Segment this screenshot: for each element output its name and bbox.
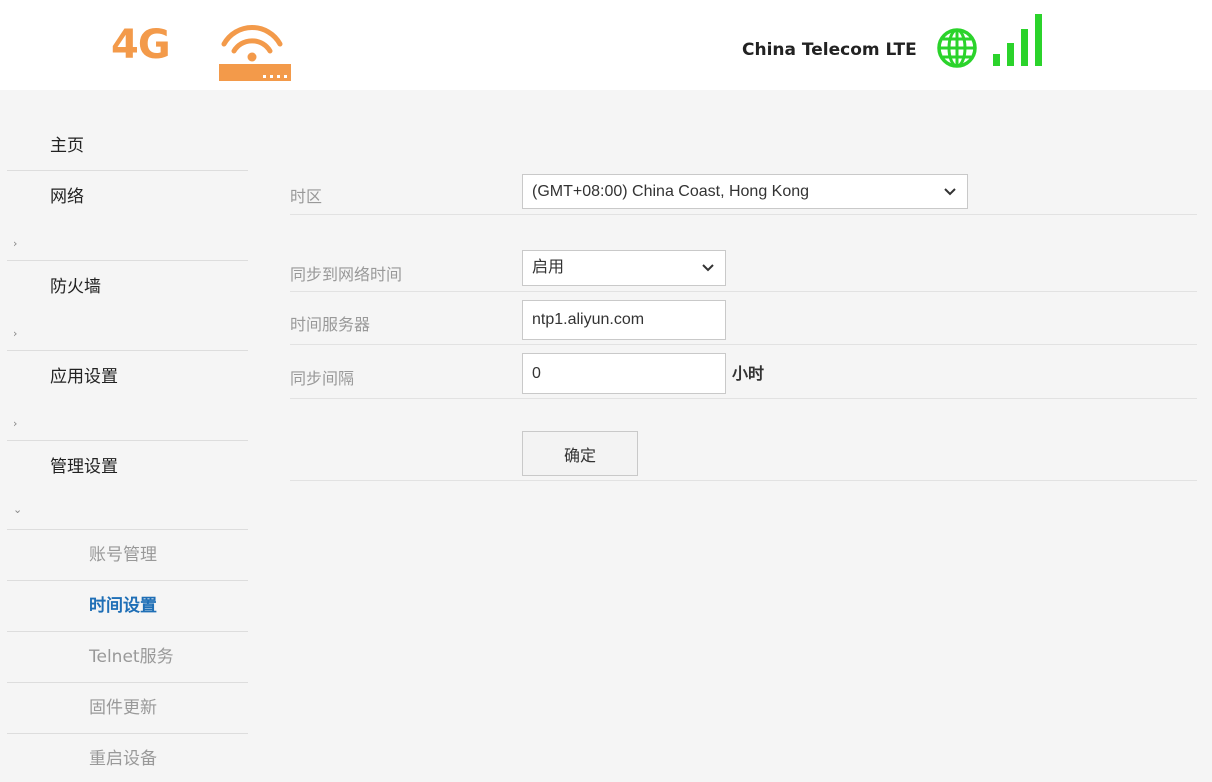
chevron-down-icon: ⌄: [13, 503, 23, 516]
sidebar-item-label: 管理设置: [50, 457, 118, 477]
interval-value: 0: [532, 365, 541, 382]
sidebar: 主页 网络 › 防火墙 › 应用设置 › 管理设置 ⌄ 账号管理 时间设置 Te…: [7, 120, 248, 782]
time-server-value: ntp1.aliyun.com: [532, 311, 645, 328]
sidebar-item-network[interactable]: 网络 ›: [7, 171, 248, 260]
sync-select[interactable]: 启用: [522, 250, 726, 286]
sidebar-item-firewall[interactable]: 防火墙 ›: [7, 261, 248, 350]
chevron-down-icon: [702, 264, 714, 272]
sidebar-item-label: 防火墙: [50, 277, 101, 297]
top-header: 4G China Telecom LTE: [0, 0, 1212, 90]
timezone-label: 时区: [290, 187, 323, 206]
server-row: 时间服务器 ntp1.aliyun.com: [290, 292, 1197, 345]
sidebar-subitem-firmware[interactable]: 固件更新: [7, 683, 248, 734]
sidebar-item-app-settings[interactable]: 应用设置 ›: [7, 351, 248, 440]
sidebar-item-label: 应用设置: [50, 367, 118, 387]
router-wifi-icon: [219, 25, 291, 81]
timezone-value: (GMT+08:00) China Coast, Hong Kong: [532, 183, 810, 200]
submit-row: [290, 399, 1197, 481]
timezone-select[interactable]: (GMT+08:00) China Coast, Hong Kong: [522, 174, 968, 209]
sidebar-subitem-reboot[interactable]: 重启设备: [7, 734, 248, 782]
signal-strength-icon: [993, 14, 1042, 66]
sidebar-item-label: 重启设备: [89, 749, 157, 769]
sync-label: 同步到网络时间: [290, 265, 403, 284]
chevron-down-icon: [944, 187, 956, 195]
chevron-right-icon: ›: [13, 237, 18, 250]
interval-unit: 小时: [732, 364, 765, 383]
sync-row: 同步到网络时间 启用: [290, 215, 1197, 292]
sidebar-item-label: 网络: [50, 187, 84, 207]
sidebar-subitem-telnet[interactable]: Telnet服务: [7, 632, 248, 683]
sidebar-item-label: 主页: [50, 136, 84, 156]
chevron-right-icon: ›: [13, 417, 18, 430]
sidebar-item-label: 时间设置: [89, 596, 157, 616]
interval-row: 同步间隔 0 小时: [290, 345, 1197, 399]
sidebar-item-admin-settings[interactable]: 管理设置 ⌄: [7, 441, 248, 529]
confirm-button[interactable]: 确定: [522, 431, 638, 476]
timezone-row: 时区 (GMT+08:00) China Coast, Hong Kong: [290, 165, 1197, 215]
interval-input[interactable]: 0: [522, 353, 726, 394]
time-server-input[interactable]: ntp1.aliyun.com: [522, 300, 726, 340]
server-label: 时间服务器: [290, 315, 371, 334]
sidebar-subitem-time-settings[interactable]: 时间设置: [7, 581, 248, 632]
sidebar-item-label: Telnet服务: [89, 647, 174, 667]
chevron-right-icon: ›: [13, 327, 18, 340]
sidebar-item-label: 固件更新: [89, 698, 157, 718]
sidebar-item-label: 账号管理: [89, 545, 157, 565]
carrier-name: China Telecom LTE: [742, 40, 917, 60]
globe-icon: [937, 28, 977, 68]
sync-value: 启用: [532, 259, 565, 276]
time-settings-form: 时区 (GMT+08:00) China Coast, Hong Kong 同步…: [290, 165, 1197, 481]
interval-label: 同步间隔: [290, 369, 355, 388]
sidebar-subitem-account[interactable]: 账号管理: [7, 530, 248, 581]
sidebar-item-home[interactable]: 主页: [7, 120, 248, 170]
logo-4g: 4G: [111, 22, 171, 68]
